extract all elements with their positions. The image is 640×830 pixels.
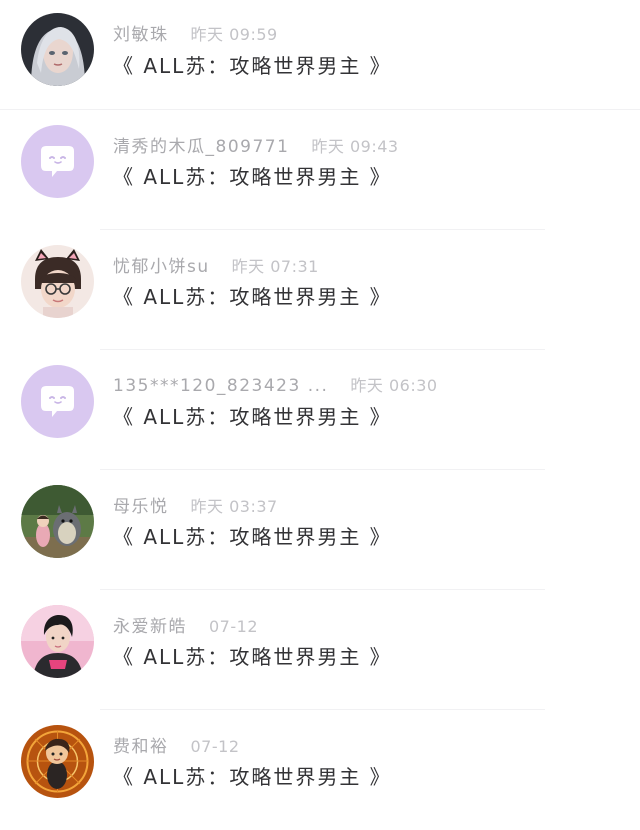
book-title[interactable]: 《 ALL苏：攻略世界男主 》 (113, 521, 392, 550)
user-photo-icon (21, 245, 94, 318)
sender-name[interactable]: 135***120_823423 ... (113, 376, 328, 396)
message-meta: 母乐悦 昨天 03:37 (113, 492, 278, 517)
user-photo-icon (21, 605, 94, 678)
sender-name[interactable]: 永爱新皓 (113, 617, 187, 637)
sender-name[interactable]: 费和裕 (113, 737, 169, 757)
book-title[interactable]: 《 ALL苏：攻略世界男主 》 (113, 281, 392, 310)
sender-name[interactable]: 忧郁小饼su (113, 257, 210, 277)
message-time: 昨天 09:43 (311, 137, 399, 156)
message-meta: 永爱新皓 07-12 (113, 612, 258, 637)
chat-bubble-icon (21, 365, 94, 438)
message-time: 昨天 03:37 (190, 497, 278, 516)
book-title[interactable]: 《 ALL苏：攻略世界男主 》 (113, 641, 392, 670)
message-meta: 135***120_823423 ... 昨天 06:30 (113, 372, 438, 396)
list-item[interactable]: 刘敏珠 昨天 09:59 《 ALL苏：攻略世界男主 》 (0, 0, 640, 110)
avatar[interactable] (21, 365, 94, 438)
message-time: 昨天 09:59 (190, 25, 278, 44)
message-time: 昨天 07:31 (231, 257, 319, 276)
user-photo-icon (21, 13, 94, 86)
sender-name[interactable]: 刘敏珠 (113, 25, 169, 45)
avatar[interactable] (21, 725, 94, 798)
message-meta: 费和裕 07-12 (113, 732, 240, 757)
list-item[interactable]: 忧郁小饼su 昨天 07:31 《 ALL苏：攻略世界男主 》 (0, 230, 640, 350)
list-item[interactable]: 永爱新皓 07-12 《 ALL苏：攻略世界男主 》 (0, 590, 640, 710)
list-item[interactable]: 135***120_823423 ... 昨天 06:30 《 ALL苏：攻略世界… (0, 350, 640, 470)
message-list: 刘敏珠 昨天 09:59 《 ALL苏：攻略世界男主 》 清秀的木瓜_809771… (0, 0, 640, 830)
user-photo-icon (21, 725, 94, 798)
user-photo-icon (21, 485, 94, 558)
avatar[interactable] (21, 485, 94, 558)
message-time: 07-12 (209, 617, 258, 636)
avatar[interactable] (21, 605, 94, 678)
book-title[interactable]: 《 ALL苏：攻略世界男主 》 (113, 50, 392, 79)
book-title[interactable]: 《 ALL苏：攻略世界男主 》 (113, 401, 392, 430)
book-title[interactable]: 《 ALL苏：攻略世界男主 》 (113, 761, 392, 790)
sender-name[interactable]: 母乐悦 (113, 497, 169, 517)
message-meta: 清秀的木瓜_809771 昨天 09:43 (113, 132, 399, 157)
message-meta: 刘敏珠 昨天 09:59 (113, 20, 278, 45)
chat-bubble-icon (21, 125, 94, 198)
list-item[interactable]: 清秀的木瓜_809771 昨天 09:43 《 ALL苏：攻略世界男主 》 (0, 110, 640, 230)
list-item[interactable]: 费和裕 07-12 《 ALL苏：攻略世界男主 》 (0, 710, 640, 830)
book-title[interactable]: 《 ALL苏：攻略世界男主 》 (113, 161, 392, 190)
avatar[interactable] (21, 245, 94, 318)
message-time: 昨天 06:30 (350, 376, 438, 395)
message-time: 07-12 (190, 737, 240, 756)
message-meta: 忧郁小饼su 昨天 07:31 (113, 252, 319, 277)
avatar[interactable] (21, 13, 94, 86)
sender-name[interactable]: 清秀的木瓜_809771 (113, 137, 289, 157)
avatar[interactable] (21, 125, 94, 198)
list-item[interactable]: 母乐悦 昨天 03:37 《 ALL苏：攻略世界男主 》 (0, 470, 640, 590)
